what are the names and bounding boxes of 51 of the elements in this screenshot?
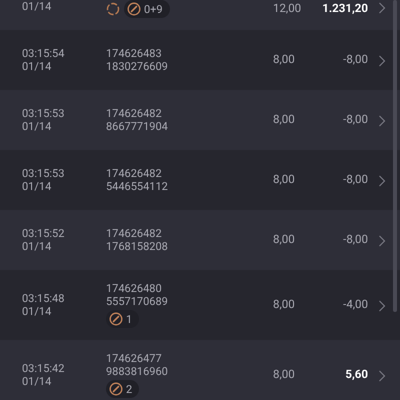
id-number: 174626482 — [106, 107, 163, 120]
id-number: 174626482 — [106, 167, 163, 180]
date-text: 01/14 — [22, 240, 52, 253]
loading-ring-icon — [106, 2, 120, 16]
scrollbar-thumb[interactable] — [393, 0, 397, 312]
id-number: 174626483 — [106, 47, 163, 60]
chevron-right-icon[interactable] — [378, 300, 386, 312]
count-badge: 1 — [106, 310, 140, 328]
chevron-right-icon[interactable] — [378, 55, 386, 67]
result-amount: -8,00 — [343, 51, 368, 68]
id-number: 5557170689 — [106, 295, 169, 308]
date-text: 01/14 — [22, 305, 52, 318]
date-text: 01/14 — [22, 0, 52, 13]
stake-amount: 12,00 — [273, 0, 302, 17]
date-text: 01/14 — [22, 375, 52, 388]
id-number: 9883816960 — [106, 365, 169, 378]
count-badge: 2 — [106, 380, 140, 398]
chevron-right-icon[interactable] — [378, 235, 386, 247]
time-text: 03:15:42 — [22, 362, 66, 375]
time-text: 03:15:53 — [22, 167, 66, 180]
stake-amount: 8,00 — [273, 111, 295, 128]
id-number: 5446554112 — [106, 180, 169, 193]
stake-amount: 8,00 — [273, 231, 295, 248]
count-badge: 0+9 — [124, 0, 170, 18]
stake-amount: 8,00 — [273, 51, 295, 68]
date-text: 01/14 — [22, 60, 52, 73]
result-amount: -8,00 — [343, 231, 368, 248]
id-number: 1830276609 — [106, 60, 169, 73]
time-text: 03:15:54 — [22, 47, 66, 60]
id-number: 8667771904 — [106, 120, 169, 133]
result-amount: -4,00 — [343, 296, 368, 314]
chevron-right-icon[interactable] — [378, 115, 386, 127]
id-number: 174626482 — [106, 227, 163, 240]
date-text: 01/14 — [22, 180, 52, 193]
result-amount: 1.231,20 — [322, 0, 368, 17]
date-text: 01/14 — [22, 120, 52, 133]
time-text: 03:15:53 — [22, 107, 66, 120]
result-amount: -8,00 — [343, 171, 368, 188]
chevron-right-icon[interactable] — [378, 175, 386, 187]
id-number: 174626480 — [106, 282, 163, 295]
id-number: 174626477 — [106, 352, 163, 365]
stake-amount: 8,00 — [273, 171, 295, 188]
time-text: 03:15:48 — [22, 292, 66, 305]
chevron-right-icon[interactable] — [378, 2, 386, 14]
result-amount: -8,00 — [343, 111, 368, 128]
stake-amount: 8,00 — [273, 296, 295, 314]
time-text: 03:15:52 — [22, 227, 66, 240]
result-amount: 5,60 — [345, 366, 368, 384]
chevron-right-icon[interactable] — [378, 370, 386, 382]
stake-amount: 8,00 — [273, 366, 295, 384]
id-number: 1768158208 — [106, 240, 169, 253]
